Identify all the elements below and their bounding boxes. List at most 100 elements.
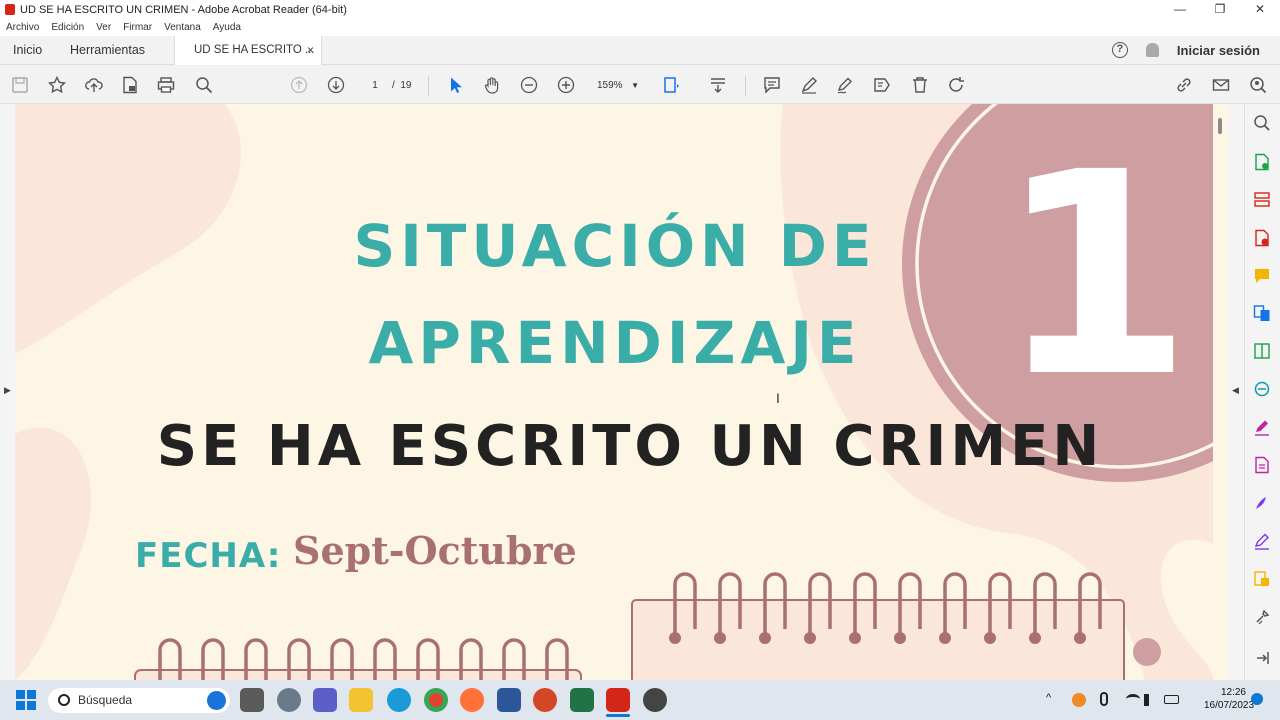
date-label: FECHA: — [135, 536, 282, 576]
draw-sign-icon[interactable] — [835, 75, 855, 95]
next-page-icon[interactable] — [326, 75, 346, 95]
find-user-icon[interactable] — [1248, 75, 1268, 95]
fill-sign-icon[interactable] — [1253, 418, 1271, 436]
menu-archivo[interactable]: Archivo — [6, 22, 39, 33]
upload-cloud-icon[interactable] — [84, 75, 104, 95]
prepare-form-icon[interactable] — [1253, 570, 1271, 588]
more-tools-icon[interactable] — [1253, 608, 1271, 626]
left-panel-toggle[interactable]: ▶ — [0, 104, 15, 680]
powerpoint-icon[interactable] — [533, 688, 557, 712]
file-explorer-icon[interactable] — [349, 688, 373, 712]
select-cursor-icon[interactable] — [446, 75, 466, 95]
share-link-icon[interactable] — [1174, 75, 1194, 95]
rotate-icon[interactable] — [946, 75, 966, 95]
help-icon[interactable]: ? — [1111, 42, 1128, 58]
comment-tool-icon[interactable] — [1253, 267, 1271, 285]
chrome-icon[interactable] — [424, 688, 448, 712]
acrobat-app-icon — [5, 4, 15, 15]
notification-center-icon[interactable] — [1251, 693, 1263, 705]
zoom-out-icon[interactable] — [519, 75, 539, 95]
page-fit-icon[interactable] — [662, 75, 682, 95]
request-signature-icon[interactable] — [1253, 494, 1271, 512]
tray-app-icon[interactable] — [1072, 693, 1086, 707]
protect-file-icon[interactable] — [120, 75, 140, 95]
previous-page-icon[interactable] — [289, 75, 309, 95]
zoom-search-icon[interactable] — [1253, 114, 1271, 132]
compress-pdf-icon[interactable] — [1253, 342, 1271, 360]
page-number-input[interactable]: 1 — [362, 77, 388, 94]
firefox-icon[interactable] — [460, 688, 484, 712]
task-view-icon[interactable] — [240, 688, 264, 712]
header-right: ? Iniciar sesión — [1111, 42, 1260, 58]
page-background-art: 1 — [15, 104, 1213, 680]
delete-trash-icon[interactable] — [910, 75, 930, 95]
combine-files-icon[interactable] — [1253, 304, 1271, 322]
edit-pdf-icon[interactable] — [1253, 456, 1271, 474]
edit-text-icon[interactable] — [872, 75, 892, 95]
bookmark-star-icon[interactable] — [47, 75, 67, 95]
taskbar-search[interactable]: Búsqueda — [48, 688, 230, 713]
zoom-level-value: 159% — [597, 80, 623, 91]
comment-icon[interactable] — [762, 75, 782, 95]
create-pdf-icon[interactable] — [1253, 229, 1271, 247]
word-icon[interactable] — [497, 688, 521, 712]
email-icon[interactable] — [1211, 75, 1231, 95]
decorative-dot — [1133, 638, 1161, 666]
toolbar-divider — [745, 76, 746, 96]
wifi-icon[interactable] — [1126, 694, 1140, 704]
close-window-button[interactable]: ✕ — [1240, 0, 1280, 19]
acrobat-taskbar-icon[interactable] — [606, 688, 630, 712]
minimize-button[interactable]: — — [1160, 0, 1200, 19]
edge-browser-icon[interactable] — [387, 688, 411, 712]
save-icon[interactable] — [10, 75, 30, 95]
zoom-level-select[interactable]: 159% ▼ — [592, 77, 642, 94]
vertical-scrollbar[interactable] — [1213, 104, 1228, 680]
menu-ventana[interactable]: Ventana — [164, 22, 201, 33]
search-icon[interactable] — [194, 75, 214, 95]
scroll-mode-icon[interactable] — [708, 75, 728, 95]
signin-button[interactable]: Iniciar sesión — [1177, 43, 1260, 58]
teams-chat-icon[interactable] — [313, 688, 337, 712]
page-separator: / — [392, 80, 395, 91]
tab-document[interactable]: UD SE HA ESCRITO ... × — [174, 36, 322, 65]
search-placeholder: Búsqueda — [78, 693, 133, 707]
window-title: UD SE HA ESCRITO UN CRIMEN - Adobe Acrob… — [20, 3, 347, 16]
volume-icon[interactable] — [1144, 694, 1156, 706]
maximize-button[interactable]: ❐ — [1200, 0, 1240, 19]
zoom-in-icon[interactable] — [556, 75, 576, 95]
tray-overflow-chevron-icon[interactable]: ^ — [1046, 692, 1051, 704]
export-pdf-icon[interactable] — [1253, 153, 1271, 171]
right-panel-toggle[interactable]: ◀ — [1228, 104, 1244, 680]
scan-ocr-icon[interactable] — [1253, 380, 1271, 398]
print-icon[interactable] — [156, 75, 176, 95]
toolbar-divider — [428, 76, 429, 96]
document-viewer[interactable]: ▶ 1 SITUACIÓN DE APRENDIZAJE SE HA ESCRI… — [0, 104, 1244, 680]
widgets-icon[interactable] — [277, 688, 301, 712]
organize-pages-icon[interactable] — [1253, 191, 1271, 209]
menu-ayuda[interactable]: Ayuda — [213, 22, 241, 33]
hand-tool-icon[interactable] — [482, 75, 502, 95]
highlight-pen-icon[interactable] — [799, 75, 819, 95]
windows-start-icon[interactable] — [16, 690, 36, 710]
expand-left-icon: ▶ — [4, 385, 11, 395]
obs-icon[interactable] — [643, 688, 667, 712]
close-tab-icon[interactable]: × — [307, 43, 314, 57]
system-clock[interactable]: 12:26 16/07/2023 — [1204, 686, 1254, 712]
tab-herramientas[interactable]: Herramientas — [70, 43, 145, 57]
chevron-down-icon: ▼ — [631, 81, 639, 90]
protect-pdf-icon[interactable] — [1253, 532, 1271, 550]
scrollbar-thumb[interactable] — [1218, 118, 1222, 134]
bing-icon[interactable] — [207, 691, 226, 710]
microphone-icon[interactable] — [1100, 692, 1108, 706]
menu-firmar[interactable]: Firmar — [123, 22, 152, 33]
notifications-bell-icon[interactable] — [1145, 43, 1159, 57]
collapse-panel-icon[interactable] — [1253, 649, 1271, 667]
right-tools-panel — [1244, 104, 1280, 680]
battery-icon[interactable] — [1164, 695, 1179, 704]
window-controls: — ❐ ✕ — [1160, 0, 1280, 19]
tab-inicio[interactable]: Inicio — [13, 43, 42, 57]
text-cursor-icon: I — [776, 390, 780, 406]
menu-edicion[interactable]: Edición — [51, 22, 84, 33]
menu-ver[interactable]: Ver — [96, 22, 111, 33]
excel-icon[interactable] — [570, 688, 594, 712]
